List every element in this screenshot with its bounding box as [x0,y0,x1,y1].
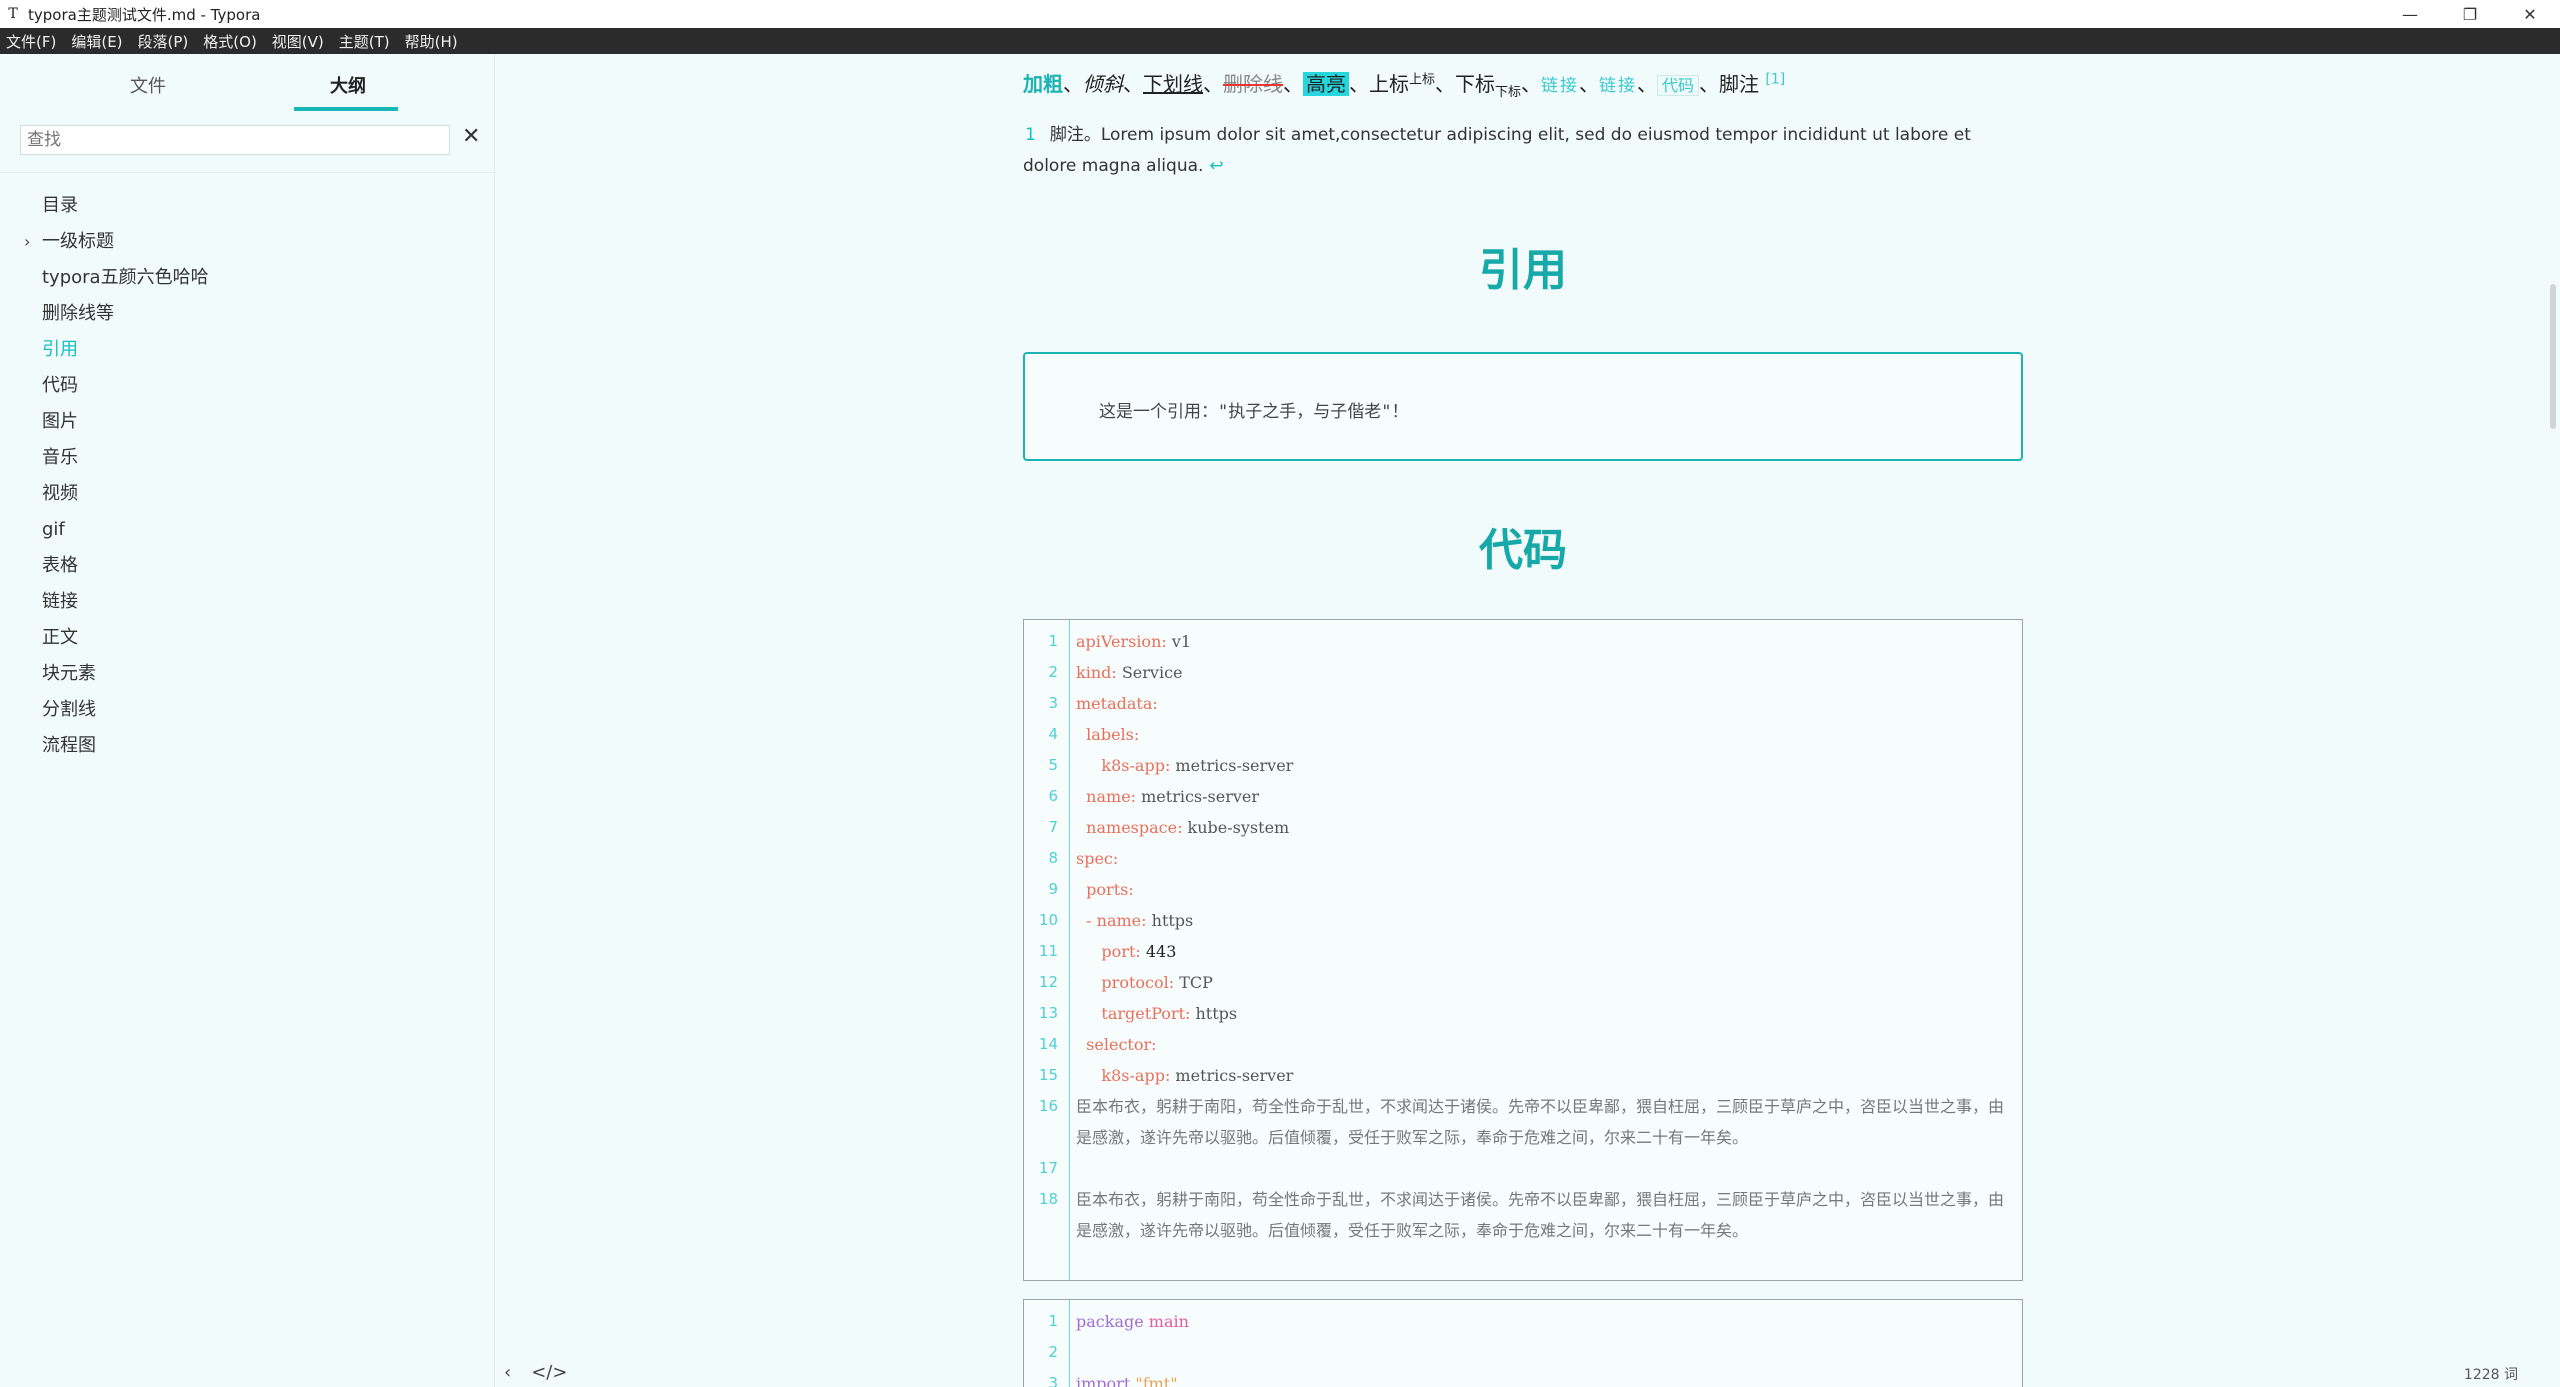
code-lines: 1 apiVersion: v1 2 kind: Service 3 metadata… [1024,626,2022,1246]
outline-item-code[interactable]: 代码 [0,368,495,404]
outline-item-music[interactable]: 音乐 [0,440,495,476]
outline-item-table[interactable]: 表格 [0,548,495,584]
code-line: 6 name: metrics-server [1048,787,1260,806]
chevron-right-icon[interactable]: › [24,224,30,260]
menu-theme[interactable]: 主题(T) [339,31,390,52]
italic-text: 倾斜 [1083,72,1123,96]
outline-item-h1[interactable]: › 一级标题 [0,224,495,260]
clear-search-icon[interactable]: ✕ [462,124,480,149]
tab-files[interactable]: 文件 [130,72,166,98]
footnote-definition: 1 脚注。Lorem ipsum dolor sit amet,consectet… [1023,120,2023,182]
inline-code: 代码 [1657,75,1700,96]
code-line: 17 [1038,1159,1058,1177]
code-line: 2 kind: Service [1048,663,1183,682]
code-line: 9 ports: [1048,880,1134,899]
maximize-icon[interactable]: ❐ [2440,0,2500,28]
inline-formats-line[interactable]: 加粗、倾斜、下划线、删除线、 高亮 、上标上标、下标下标、链接、链接、 代码 、脚注 [… [1023,68,1785,100]
minimize-icon[interactable]: — [2380,0,2440,28]
strike-text: 删除线 [1223,72,1283,96]
outline-item-block[interactable]: 块元素 [0,656,495,692]
sidebar: 文件 大纲 ✕ 目录 ›一级标题 typora五颜六色哈哈 删除线等 引用 代码… [0,54,495,1387]
code-line: 3 import "fmt" [1048,1374,1178,1387]
code-line: 1 apiVersion: v1 [1048,632,1192,651]
editor[interactable]: 加粗、倾斜、下划线、删除线、 高亮 、上标上标、下标下标、链接、链接、 代码 、脚注 [… [496,54,2560,1387]
word-count[interactable]: 1228 词 [2464,1364,2518,1384]
code-line: 16 臣本布衣，躬耕于南阳，苟全性命于乱世，不求闻达于诸侯。先帝不以臣卑鄙，猥自枉… [1038,1097,2005,1147]
tab-outline[interactable]: 大纲 [330,72,366,98]
code-line: 15 k8s-app: metrics-server [1038,1066,1294,1085]
status-bar-left: ‹ </> [504,1362,587,1383]
outline-item-strikethrough[interactable]: 删除线等 [0,296,495,332]
blockquote: 这是一个引用："执子之手，与子偕老"！ [1023,352,2023,461]
footnote-body: 脚注。Lorem ipsum dolor sit amet,consectetu… [1023,125,1971,176]
typora-app-icon: T [8,6,18,22]
footnote-back-icon[interactable]: ↩ [1209,156,1223,176]
outline-item-colors[interactable]: typora五颜六色哈哈 [0,260,495,296]
menu-help[interactable]: 帮助(H) [405,31,458,52]
menu-paragraph[interactable]: 段落(P) [138,31,189,52]
source-code-mode-icon[interactable]: </> [531,1362,567,1383]
footnote-number: 1 [1025,125,1036,145]
menu-view[interactable]: 视图(V) [272,31,324,52]
sidebar-divider [0,172,495,173]
active-tab-indicator [294,107,398,111]
window-title: typora主题测试文件.md - Typora [28,5,261,24]
sidebar-tabs: 文件 大纲 [0,54,494,112]
menu-edit[interactable]: 编辑(E) [71,31,122,52]
code-line: 13 targetPort: https [1038,1004,1238,1023]
footnote-ref[interactable]: [1] [1765,71,1785,87]
outline-item-flowchart[interactable]: 流程图 [0,728,495,764]
superscript-text: 上标 [1409,72,1436,88]
outline-item-quote[interactable]: 引用 [0,332,495,368]
blockquote-text: 这是一个引用："执子之手，与子偕老"！ [1099,402,1409,422]
code-line: 18 臣本布衣，躬耕于南阳，苟全性命于乱世，不求闻达于诸侯。先帝不以臣卑鄙，猥自枉… [1038,1190,2005,1240]
code-lines: 1 package main 2 3 import "fmt" [1024,1306,2022,1387]
toggle-sidebar-icon[interactable]: ‹ [504,1362,511,1383]
title-bar: T typora主题测试文件.md - Typora — ❐ ✕ [0,0,2560,28]
footnote-text: 脚注 [1719,72,1760,96]
code-line: 1 package main [1048,1312,1189,1331]
outline-search: ✕ [20,122,480,155]
code-line: 2 [1048,1343,1058,1361]
outline-item-body[interactable]: 正文 [0,620,495,656]
highlight-text: 高亮 [1303,72,1349,96]
code-block-yaml[interactable]: 1 apiVersion: v1 2 kind: Service 3 metadata… [1023,619,2023,1281]
code-line: 10 - name: https [1038,911,1194,930]
code-line: 8 spec: [1048,849,1119,868]
bold-text: 加粗 [1023,72,1063,96]
outline-item-link[interactable]: 链接 [0,584,495,620]
outline-item-video[interactable]: 视频 [0,476,495,512]
menu-file[interactable]: 文件(F) [6,31,56,52]
outline-item-hr[interactable]: 分割线 [0,692,495,728]
code-line: 12 protocol: TCP [1038,973,1213,992]
underline-text: 下划线 [1143,72,1203,96]
editor-scrollbar[interactable] [2550,284,2556,429]
search-input[interactable] [20,125,450,155]
code-line: 14 selector: [1038,1035,1157,1054]
heading-code: 代码 [1479,525,1567,576]
menu-bar: 文件(F) 编辑(E) 段落(P) 格式(O) 视图(V) 主题(T) 帮助(H… [0,28,2560,54]
code-block-go[interactable]: 1 package main 2 3 import "fmt" [1023,1299,2023,1387]
code-line: 5 k8s-app: metrics-server [1048,756,1294,775]
subscript-text: 下标 [1495,85,1522,100]
close-icon[interactable]: ✕ [2500,0,2560,28]
link-2[interactable]: 链接 [1599,76,1637,96]
outline-item-image[interactable]: 图片 [0,404,495,440]
code-line: 11 port: 443 [1038,942,1177,961]
outline-item-gif[interactable]: gif [0,512,495,548]
link-1[interactable]: 链接 [1541,76,1579,96]
heading-quote: 引用 [1479,245,1567,296]
code-line: 7 namespace: kube-system [1048,818,1290,837]
outline-item-toc[interactable]: 目录 [0,188,495,224]
window-controls: — ❐ ✕ [2380,0,2560,28]
code-line: 4 labels: [1048,725,1140,744]
menu-format[interactable]: 格式(O) [203,31,257,52]
outline-list: 目录 › 一级标题 typora五颜六色哈哈 删除线等 引用 代码 图片 音乐 视… [0,188,495,764]
quote-moon-icon [1059,373,1080,415]
code-line: 3 metadata: [1048,694,1158,713]
